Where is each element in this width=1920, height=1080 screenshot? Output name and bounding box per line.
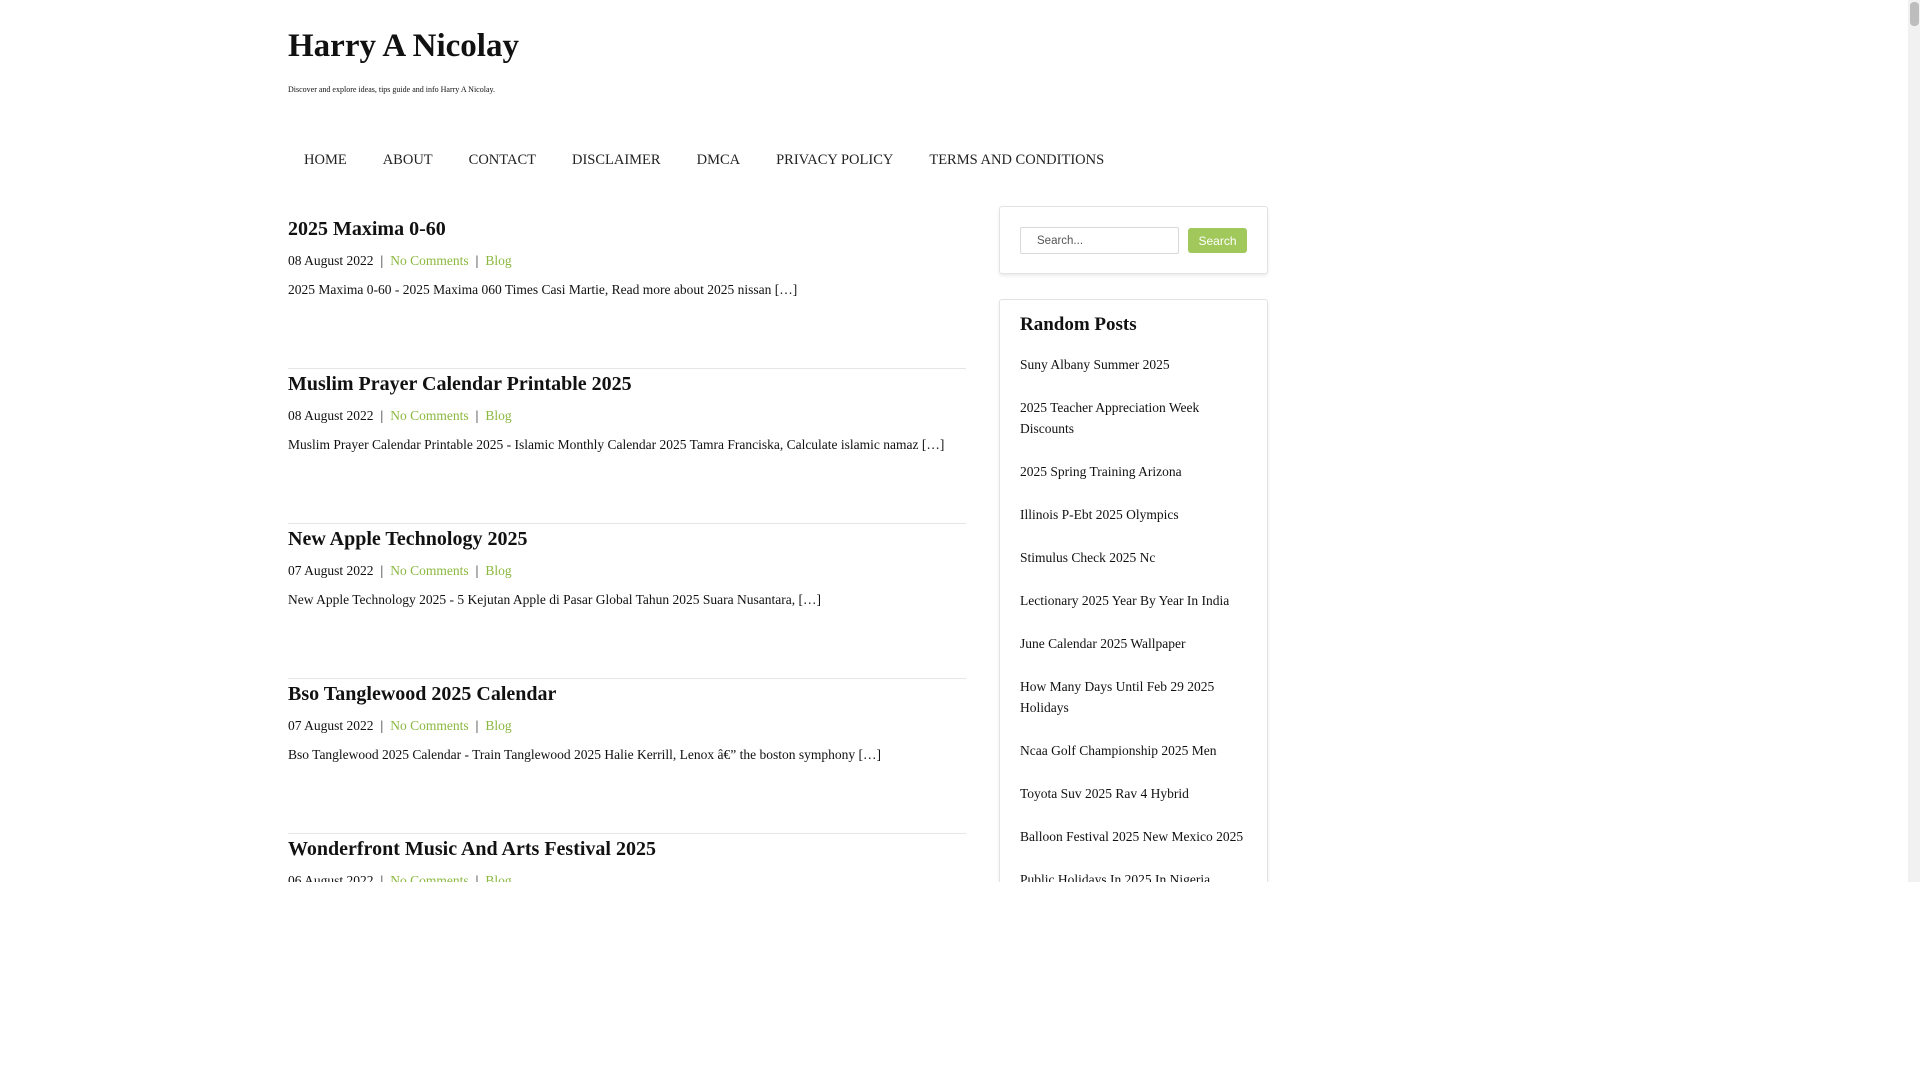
random-post-link[interactable]: How Many Days Until Feb 29 2025 Holidays	[1020, 676, 1247, 718]
post-title[interactable]: Wonderfront Music And Arts Festival 2025	[288, 836, 656, 862]
random-post-link[interactable]: Lectionary 2025 Year By Year In India	[1020, 590, 1247, 611]
nav-link-disclaimer[interactable]: DISCLAIMER	[554, 150, 679, 170]
nav-item-disclaimer: DISCLAIMER	[554, 150, 679, 170]
page: Harry A Nicolay Discover and explore ide…	[0, 0, 1556, 882]
random-posts-title: Random Posts	[1020, 314, 1137, 335]
scrollbar-thumb[interactable]	[1910, 2, 1919, 26]
post-comments-link[interactable]: No Comments	[390, 253, 468, 268]
list-item: June Calendar 2025 Wallpaper	[1020, 633, 1247, 654]
list-item: Lectionary 2025 Year By Year In India	[1020, 590, 1247, 611]
list-item: Suny Albany Summer 2025	[1020, 354, 1247, 375]
post-category-link[interactable]: Blog	[485, 408, 511, 423]
nav-link-privacy-policy[interactable]: PRIVACY POLICY	[758, 150, 911, 170]
post-excerpt: New Apple Technology 2025 - 5 Kejutan Ap…	[288, 592, 821, 607]
post-excerpt: 2025 Maxima 0-60 - 2025 Maxima 060 Times…	[288, 282, 798, 297]
meta-separator: |	[380, 873, 384, 882]
post-excerpt: Bso Tanglewood 2025 Calendar - Train Tan…	[288, 747, 882, 762]
nav-item-privacy-policy: PRIVACY POLICY	[758, 150, 911, 170]
post-comments-link[interactable]: No Comments	[390, 718, 468, 733]
main-nav: HOME ABOUT CONTACT DISCLAIMER DMCA PRIVA…	[288, 150, 1122, 170]
random-post-link[interactable]: Toyota Suv 2025 Rav 4 Hybrid	[1020, 783, 1247, 804]
post-meta: 07 August 2022 | No Comments | Blog	[288, 717, 512, 735]
post-meta: 06 August 2022 | No Comments | Blog	[288, 872, 512, 882]
meta-separator: |	[475, 253, 479, 268]
meta-separator: |	[475, 873, 479, 882]
random-post-link[interactable]: Balloon Festival 2025 New Mexico 2025	[1020, 826, 1247, 847]
random-post-link[interactable]: June Calendar 2025 Wallpaper	[1020, 633, 1247, 654]
post-item: Wonderfront Music And Arts Festival 2025…	[288, 834, 966, 882]
post-item: Muslim Prayer Calendar Printable 2025 08…	[288, 369, 966, 524]
post-title[interactable]: 2025 Maxima 0-60	[288, 216, 446, 242]
post-date: 08 August 2022	[288, 253, 374, 268]
list-item: How Many Days Until Feb 29 2025 Holidays	[1020, 676, 1247, 718]
post-title[interactable]: Muslim Prayer Calendar Printable 2025	[288, 371, 632, 397]
post-comments-link[interactable]: No Comments	[390, 563, 468, 578]
post-item: Bso Tanglewood 2025 Calendar 07 August 2…	[288, 679, 966, 834]
random-post-link[interactable]: Public Holidays In 2025 In Nigeria	[1020, 869, 1247, 882]
post-category-link[interactable]: Blog	[485, 253, 511, 268]
meta-separator: |	[380, 253, 384, 268]
list-item: Illinois P-Ebt 2025 Olympics	[1020, 504, 1247, 525]
post-date: 08 August 2022	[288, 408, 374, 423]
nav-item-dmca: DMCA	[679, 150, 759, 170]
nav-item-contact: CONTACT	[451, 150, 554, 170]
list-item: 2025 Spring Training Arizona	[1020, 461, 1247, 482]
sidebar: Search Random Posts Suny Albany Summer 2…	[999, 206, 1268, 882]
post-date: 07 August 2022	[288, 718, 374, 733]
nav-link-home[interactable]: HOME	[288, 150, 365, 170]
nav-item-terms: TERMS AND CONDITIONS	[911, 150, 1122, 170]
meta-separator: |	[380, 718, 384, 733]
post-category-link[interactable]: Blog	[485, 563, 511, 578]
list-item: Stimulus Check 2025 Nc	[1020, 547, 1247, 568]
vertical-scrollbar[interactable]	[1908, 0, 1920, 882]
search-widget: Search	[999, 206, 1268, 274]
nav-link-dmca[interactable]: DMCA	[679, 150, 759, 170]
meta-separator: |	[380, 563, 384, 578]
post-list: 2025 Maxima 0-60 08 August 2022 | No Comme…	[288, 214, 966, 882]
post-title[interactable]: New Apple Technology 2025	[288, 526, 527, 552]
nav-link-terms[interactable]: TERMS AND CONDITIONS	[911, 150, 1122, 170]
random-post-link[interactable]: Stimulus Check 2025 Nc	[1020, 547, 1247, 568]
random-post-link[interactable]: Illinois P-Ebt 2025 Olympics	[1020, 504, 1247, 525]
list-item: Toyota Suv 2025 Rav 4 Hybrid	[1020, 783, 1247, 804]
random-post-link[interactable]: 2025 Teacher Appreciation Week Discounts	[1020, 397, 1247, 439]
nav-link-contact[interactable]: CONTACT	[451, 150, 554, 170]
list-item: Balloon Festival 2025 New Mexico 2025	[1020, 826, 1247, 847]
post-date: 07 August 2022	[288, 563, 374, 578]
post-item: New Apple Technology 2025 07 August 2022…	[288, 524, 966, 679]
list-item: Public Holidays In 2025 In Nigeria	[1020, 869, 1247, 882]
post-comments-link[interactable]: No Comments	[390, 873, 468, 882]
post-meta: 08 August 2022 | No Comments | Blog	[288, 407, 512, 425]
search-input[interactable]	[1020, 227, 1179, 254]
list-item: 2025 Teacher Appreciation Week Discounts	[1020, 397, 1247, 439]
post-meta: 07 August 2022 | No Comments | Blog	[288, 562, 512, 580]
post-category-link[interactable]: Blog	[485, 873, 511, 882]
nav-item-home: HOME	[288, 150, 365, 170]
random-posts-list: Suny Albany Summer 2025 2025 Teacher App…	[1020, 354, 1247, 882]
post-excerpt: Muslim Prayer Calendar Printable 2025 - …	[288, 437, 945, 452]
meta-separator: |	[475, 718, 479, 733]
nav-item-about: ABOUT	[365, 150, 451, 170]
post-date: 06 August 2022	[288, 873, 374, 882]
site-title[interactable]: Harry A Nicolay	[288, 26, 519, 66]
post-title[interactable]: Bso Tanglewood 2025 Calendar	[288, 681, 556, 707]
nav-link-about[interactable]: ABOUT	[365, 150, 451, 170]
list-item: Ncaa Golf Championship 2025 Men	[1020, 740, 1247, 761]
meta-separator: |	[380, 408, 384, 423]
search-button[interactable]: Search	[1188, 228, 1247, 253]
meta-separator: |	[475, 408, 479, 423]
random-post-link[interactable]: Ncaa Golf Championship 2025 Men	[1020, 740, 1247, 761]
post-item: 2025 Maxima 0-60 08 August 2022 | No Comme…	[288, 214, 966, 369]
random-post-link[interactable]: 2025 Spring Training Arizona	[1020, 461, 1247, 482]
post-comments-link[interactable]: No Comments	[390, 408, 468, 423]
post-category-link[interactable]: Blog	[485, 718, 511, 733]
random-posts-widget: Random Posts Suny Albany Summer 2025 202…	[999, 299, 1268, 882]
post-meta: 08 August 2022 | No Comments | Blog	[288, 252, 512, 270]
meta-separator: |	[475, 563, 479, 578]
random-post-link[interactable]: Suny Albany Summer 2025	[1020, 354, 1247, 375]
site-tagline: Discover and explore ideas, tips guide a…	[288, 85, 495, 94]
